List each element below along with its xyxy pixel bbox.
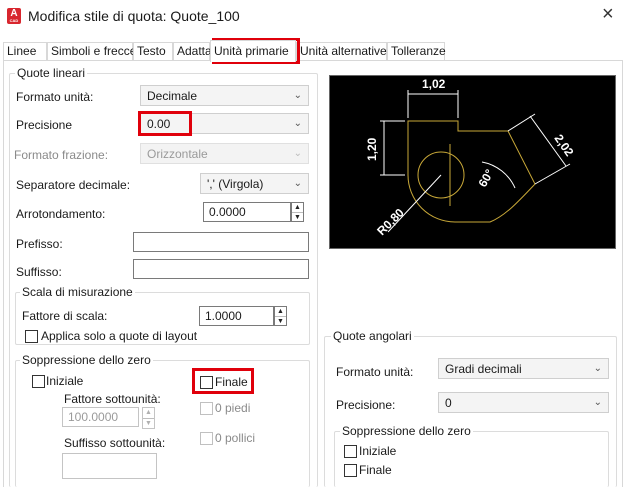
unit-format-dropdown[interactable]: Decimale ⌄ [140,85,309,106]
angular-precision-value: 0 [445,396,452,410]
roundoff-spinner[interactable]: ▲ ▼ [291,202,304,222]
spin-down-icon[interactable]: ▼ [292,213,303,222]
suffix-label: Suffisso: [16,265,62,279]
angular-unit-format-value: Gradi decimali [445,362,522,376]
angular-zero-suppression-title: Soppressione dello zero [340,424,473,438]
subunit-factor-input[interactable]: 100.0000 [62,407,139,427]
angular-precision-label: Precisione: [336,398,396,412]
fraction-format-dropdown[interactable]: Orizzontale ⌄ [140,143,309,164]
trailing-zero-highlight [192,368,254,394]
window-title: Modifica stile di quota: Quote_100 [28,8,240,24]
spin-down-icon[interactable]: ▼ [275,317,286,326]
app-icon: A CAD [7,8,21,24]
zero-feet-checkbox[interactable] [200,402,213,415]
zero-inches-checkbox[interactable] [200,432,213,445]
tab-testo[interactable]: Testo [133,42,173,60]
roundoff-label: Arrotondamento: [16,207,106,221]
unit-format-value: Decimale [147,89,198,103]
tab-tolleranze[interactable]: Tolleranze [387,42,446,60]
angular-trailing-zero-checkbox[interactable] [344,464,357,477]
zero-suppression-title: Soppressione dello zero [20,353,153,367]
spin-up-icon[interactable]: ▲ [292,203,303,213]
spin-up-icon[interactable]: ▲ [275,307,286,317]
layout-only-label: Applica solo a quote di layout [41,329,198,343]
spin-down-icon[interactable]: ▼ [143,419,154,429]
subunit-factor-label: Fattore sottounità: [64,392,161,406]
chevron-down-icon: ⌄ [293,90,302,101]
scale-factor-label: Fattore di scala: [22,309,108,323]
decimal-separator-label: Separatore decimale: [16,178,131,192]
decimal-separator-dropdown[interactable]: ',' (Virgola) ⌄ [200,173,309,194]
preview-dim-top: 1,02 [422,77,446,91]
layout-only-checkbox[interactable] [25,330,38,343]
angular-group-title: Quote angolari [331,329,414,343]
angular-leading-zero-label: Iniziale [359,444,397,458]
subunit-suffix-input[interactable] [62,453,157,479]
tab-adatta[interactable]: Adatta [173,42,212,60]
precision-label: Precisione [16,118,73,132]
suffix-input[interactable] [133,259,309,279]
unit-format-label: Formato unità: [16,90,94,104]
prefix-input[interactable] [133,232,309,252]
leading-zero-label: Iniziale [46,374,84,388]
fraction-format-label: Formato frazione: [14,148,109,162]
close-icon[interactable]: × [602,4,614,24]
chevron-down-icon: ⌄ [293,118,302,129]
scale-group-title: Scala di misurazione [20,285,135,299]
subunit-factor-spinner[interactable]: ▲ ▼ [142,407,155,429]
scale-factor-spinner[interactable]: ▲ ▼ [274,306,287,326]
roundoff-input[interactable]: 0.0000 [203,202,291,222]
decimal-separator-value: ',' (Virgola) [207,177,264,191]
angular-unit-format-dropdown[interactable]: Gradi decimali ⌄ [438,358,609,379]
subunit-suffix-label: Suffisso sottounità: [64,436,166,450]
spin-up-icon[interactable]: ▲ [143,408,154,419]
preview-dim-radius: R0,80 [374,205,407,238]
scale-factor-input[interactable]: 1.0000 [199,306,274,326]
angular-precision-dropdown[interactable]: 0 ⌄ [438,392,609,413]
preview-dim-left: 1,20 [365,137,379,161]
chevron-down-icon: ⌄ [593,397,602,408]
tab-linee[interactable]: Linee [3,42,47,60]
tab-unita-primarie[interactable]: Unità primarie [210,40,296,62]
tab-simboli-e-frecce[interactable]: Simboli e frecce [47,42,136,60]
dimension-preview: 1,02 1,20 2,02 60° R0,80 [329,75,616,249]
preview-dim-angle: 60° [475,167,496,190]
fraction-format-value: Orizzontale [147,147,208,161]
angular-trailing-zero-label: Finale [359,463,392,477]
angular-leading-zero-checkbox[interactable] [344,445,357,458]
preview-dim-right: 2,02 [552,132,577,159]
angular-zero-suppression-group [334,431,609,487]
zero-inches-label: 0 pollici [215,431,256,445]
precision-highlight [138,111,192,136]
linear-group-title: Quote lineari [15,66,88,80]
leading-zero-checkbox[interactable] [32,375,45,388]
prefix-label: Prefisso: [16,237,63,251]
preview-drawing: 1,02 1,20 2,02 60° R0,80 [365,77,577,238]
zero-feet-label: 0 piedi [215,401,251,415]
tab-unita-alternative[interactable]: Unità alternative [296,42,387,60]
chevron-down-icon: ⌄ [293,148,302,159]
chevron-down-icon: ⌄ [293,178,302,189]
angular-unit-format-label: Formato unità: [336,365,414,379]
chevron-down-icon: ⌄ [593,363,602,374]
